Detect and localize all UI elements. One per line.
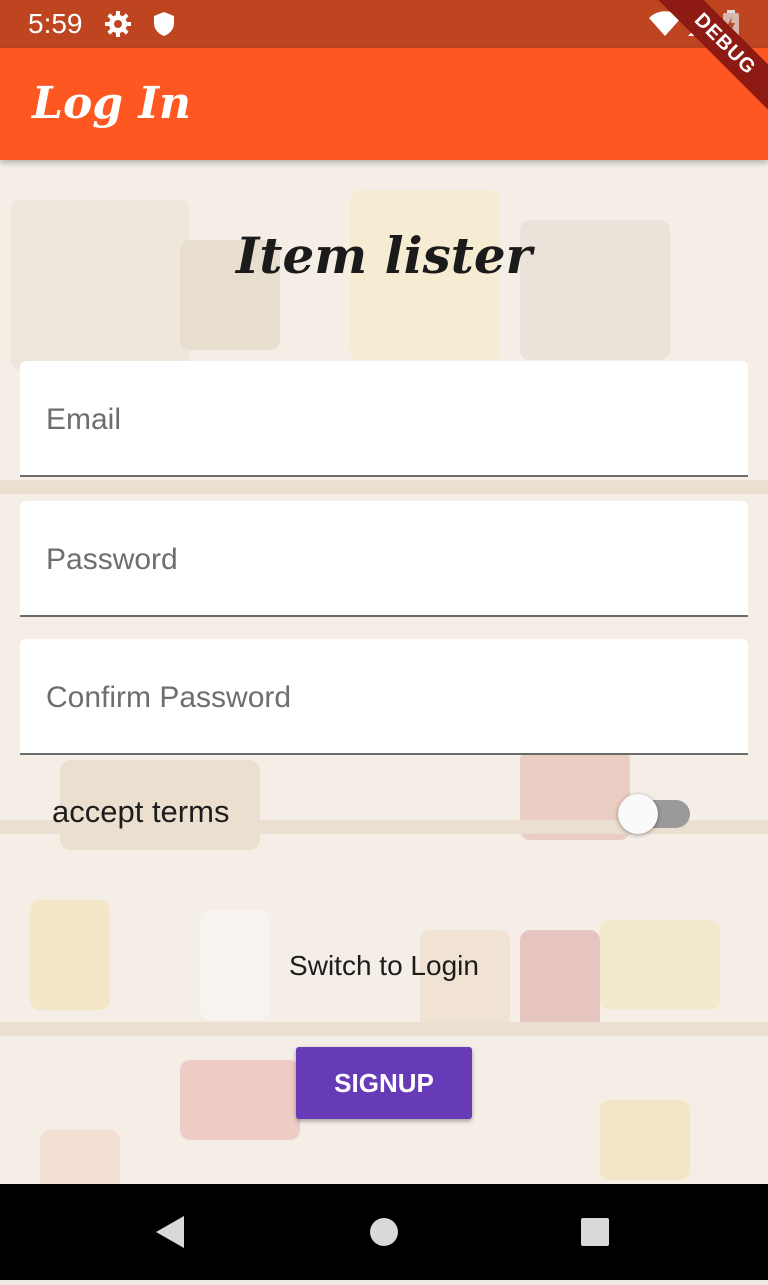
password-field[interactable] bbox=[44, 537, 728, 583]
back-icon bbox=[156, 1216, 184, 1248]
accept-terms-label: accept terms bbox=[52, 794, 230, 829]
home-icon bbox=[370, 1218, 398, 1246]
confirm-password-field[interactable] bbox=[44, 675, 728, 721]
navigation-bar bbox=[0, 1184, 768, 1280]
gear-icon bbox=[104, 10, 132, 38]
confirm-password-field-container bbox=[20, 639, 748, 755]
shield-icon bbox=[150, 10, 178, 38]
recents-icon bbox=[581, 1218, 609, 1246]
debug-banner-container: DEBUG bbox=[640, 0, 768, 128]
back-button[interactable] bbox=[122, 1184, 218, 1280]
email-field-container bbox=[20, 361, 748, 477]
app-title: Log In bbox=[32, 78, 191, 129]
switch-to-login-button[interactable]: Switch to Login bbox=[0, 950, 768, 982]
email-field[interactable] bbox=[44, 397, 728, 443]
accept-terms-switch[interactable] bbox=[616, 794, 692, 834]
switch-to-login-label: Switch to Login bbox=[289, 950, 479, 981]
status-time: 5:59 bbox=[28, 8, 83, 39]
page-heading: Item lister bbox=[236, 226, 532, 285]
debug-banner: DEBUG bbox=[646, 0, 768, 123]
switch-thumb bbox=[618, 794, 658, 834]
signup-button[interactable]: SIGNUP bbox=[296, 1047, 472, 1119]
recents-button[interactable] bbox=[547, 1184, 643, 1280]
home-button[interactable] bbox=[336, 1184, 432, 1280]
password-field-container bbox=[20, 501, 748, 617]
